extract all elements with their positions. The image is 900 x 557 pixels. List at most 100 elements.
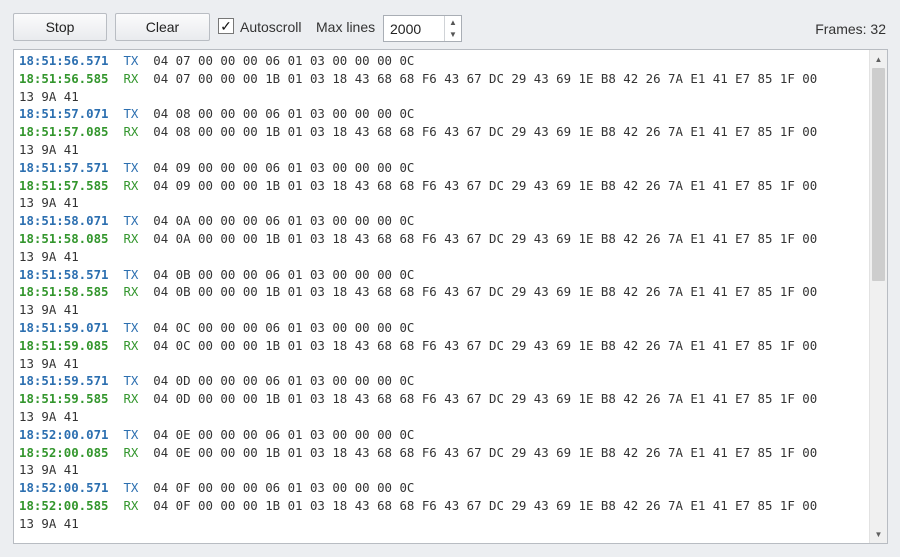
log-line-continuation: 13 9A 41 — [19, 88, 79, 104]
max-lines-value[interactable]: 2000 — [390, 21, 421, 37]
log-line: 18:52:00.571 TX 04 0F 00 00 00 06 01 03 … — [19, 479, 869, 497]
log-line-continuation: 13 9A 41 — [19, 515, 79, 531]
log-bytes: 04 0D 00 00 00 06 01 03 00 00 00 0C — [153, 373, 415, 389]
scroll-up-arrow-icon[interactable]: ▲ — [870, 51, 887, 67]
log-bytes: 04 0E 00 00 00 06 01 03 00 00 00 0C — [153, 426, 415, 442]
log-timestamp: 18:52:00.071 — [19, 426, 109, 442]
log-timestamp: 18:51:59.585 — [19, 391, 109, 407]
log-line: 18:51:58.071 TX 04 0A 00 00 00 06 01 03 … — [19, 212, 869, 230]
log-line-continuation: 13 9A 41 — [19, 408, 79, 424]
log-timestamp: 18:52:00.085 — [19, 444, 109, 460]
autoscroll-label[interactable]: Autoscroll — [240, 19, 301, 35]
log-direction: TX — [123, 319, 139, 335]
max-lines-spinbox[interactable]: 2000 ▲ ▼ — [383, 15, 462, 42]
log-timestamp: 18:51:59.071 — [19, 319, 109, 335]
log-line-continuation: 13 9A 41 — [19, 302, 79, 318]
log-line-continuation: 13 9A 41 — [19, 141, 79, 157]
log-bytes: 04 0E 00 00 00 1B 01 03 18 43 68 68 F6 4… — [153, 444, 818, 460]
log-line: 18:51:59.085 RX 04 0C 00 00 00 1B 01 03 … — [19, 337, 869, 355]
log-line-continuation: 13 9A 41 — [19, 462, 79, 478]
log-lines: 18:51:56.571 TX 04 07 00 00 00 06 01 03 … — [19, 52, 869, 533]
log-bytes: 04 08 00 00 00 1B 01 03 18 43 68 68 F6 4… — [153, 124, 818, 140]
log-timestamp: 18:51:57.585 — [19, 177, 109, 193]
log-line: 18:51:58.085 RX 04 0A 00 00 00 1B 01 03 … — [19, 230, 869, 248]
log-timestamp: 18:51:59.571 — [19, 373, 109, 389]
clear-button[interactable]: Clear — [115, 13, 210, 41]
log-timestamp: 18:51:57.085 — [19, 124, 109, 140]
log-line: 18:51:56.571 TX 04 07 00 00 00 06 01 03 … — [19, 52, 869, 70]
log-line: 18:52:00.585 RX 04 0F 00 00 00 1B 01 03 … — [19, 497, 869, 515]
log-timestamp: 18:51:59.085 — [19, 337, 109, 353]
log-bytes: 04 0C 00 00 00 1B 01 03 18 43 68 68 F6 4… — [153, 337, 818, 353]
chevron-up-icon[interactable]: ▲ — [445, 16, 461, 28]
log-timestamp: 18:52:00.571 — [19, 480, 109, 496]
log-direction: TX — [123, 373, 139, 389]
log-line-continuation: 13 9A 41 — [19, 195, 79, 211]
vertical-scrollbar[interactable]: ▲ ▼ — [869, 50, 887, 543]
log-direction: RX — [123, 284, 139, 300]
log-line: 18:51:57.571 TX 04 09 00 00 00 06 01 03 … — [19, 159, 869, 177]
log-line: 18:51:59.571 TX 04 0D 00 00 00 06 01 03 … — [19, 372, 869, 390]
log-line: 18:51:58.585 RX 04 0B 00 00 00 1B 01 03 … — [19, 283, 869, 301]
log-direction: RX — [123, 177, 139, 193]
log-line: 18:51:59.071 TX 04 0C 00 00 00 06 01 03 … — [19, 319, 869, 337]
scroll-down-arrow-icon[interactable]: ▼ — [870, 526, 887, 542]
log-direction: RX — [123, 230, 139, 246]
spinbox-arrows: ▲ ▼ — [444, 16, 461, 41]
log-direction: TX — [123, 480, 139, 496]
log-direction: TX — [123, 213, 139, 229]
log-line: 18:51:57.085 RX 04 08 00 00 00 1B 01 03 … — [19, 123, 869, 141]
log-timestamp: 18:51:58.585 — [19, 284, 109, 300]
log-timestamp: 18:51:58.571 — [19, 266, 109, 282]
log-bytes: 04 09 00 00 00 1B 01 03 18 43 68 68 F6 4… — [153, 177, 818, 193]
log-bytes: 04 07 00 00 00 06 01 03 00 00 00 0C — [153, 53, 415, 68]
log-line: 18:51:57.585 RX 04 09 00 00 00 1B 01 03 … — [19, 177, 869, 195]
frames-counter: Frames: 32 — [815, 21, 886, 37]
log-bytes: 04 09 00 00 00 06 01 03 00 00 00 0C — [153, 159, 415, 175]
log-line: 18:51:57.071 TX 04 08 00 00 00 06 01 03 … — [19, 105, 869, 123]
log-bytes: 04 0A 00 00 00 06 01 03 00 00 00 0C — [153, 213, 415, 229]
log-line: 18:51:58.571 TX 04 0B 00 00 00 06 01 03 … — [19, 266, 869, 284]
log-bytes: 04 0D 00 00 00 1B 01 03 18 43 68 68 F6 4… — [153, 391, 818, 407]
log-timestamp: 18:52:00.585 — [19, 497, 109, 513]
log-direction: RX — [123, 124, 139, 140]
scrollbar-thumb[interactable] — [872, 68, 885, 281]
log-direction: TX — [123, 426, 139, 442]
log-bytes: 04 0C 00 00 00 06 01 03 00 00 00 0C — [153, 319, 415, 335]
log-bytes: 04 07 00 00 00 1B 01 03 18 43 68 68 F6 4… — [153, 70, 818, 86]
log-bytes: 04 08 00 00 00 06 01 03 00 00 00 0C — [153, 106, 415, 122]
log-view[interactable]: 18:51:56.571 TX 04 07 00 00 00 06 01 03 … — [13, 49, 888, 544]
log-direction: RX — [123, 444, 139, 460]
log-line: 18:51:56.585 RX 04 07 00 00 00 1B 01 03 … — [19, 70, 869, 88]
log-direction: RX — [123, 497, 139, 513]
log-direction: TX — [123, 266, 139, 282]
stop-button[interactable]: Stop — [13, 13, 107, 41]
autoscroll-checkbox[interactable]: ✓ — [218, 18, 234, 34]
log-line-continuation: 13 9A 41 — [19, 355, 79, 371]
log-direction: RX — [123, 70, 139, 86]
log-bytes: 04 0A 00 00 00 1B 01 03 18 43 68 68 F6 4… — [153, 230, 818, 246]
log-timestamp: 18:51:56.585 — [19, 70, 109, 86]
log-direction: RX — [123, 391, 139, 407]
log-timestamp: 18:51:56.571 — [19, 53, 109, 68]
log-bytes: 04 0F 00 00 00 1B 01 03 18 43 68 68 F6 4… — [153, 497, 818, 513]
log-timestamp: 18:51:58.071 — [19, 213, 109, 229]
log-direction: TX — [123, 53, 139, 68]
log-direction: TX — [123, 106, 139, 122]
max-lines-label: Max lines — [316, 19, 376, 35]
log-direction: RX — [123, 337, 139, 353]
log-timestamp: 18:51:57.071 — [19, 106, 109, 122]
log-line: 18:52:00.085 RX 04 0E 00 00 00 1B 01 03 … — [19, 444, 869, 462]
log-line: 18:51:59.585 RX 04 0D 00 00 00 1B 01 03 … — [19, 390, 869, 408]
chevron-down-icon[interactable]: ▼ — [445, 28, 461, 40]
log-timestamp: 18:51:57.571 — [19, 159, 109, 175]
log-line: 18:52:00.071 TX 04 0E 00 00 00 06 01 03 … — [19, 426, 869, 444]
log-line-continuation: 13 9A 41 — [19, 248, 79, 264]
toolbar: Stop Clear ✓ Autoscroll Max lines 2000 ▲… — [0, 0, 900, 48]
log-bytes: 04 0F 00 00 00 06 01 03 00 00 00 0C — [153, 480, 415, 496]
log-bytes: 04 0B 00 00 00 06 01 03 00 00 00 0C — [153, 266, 415, 282]
checkmark-icon: ✓ — [220, 18, 232, 34]
log-direction: TX — [123, 159, 139, 175]
log-timestamp: 18:51:58.085 — [19, 230, 109, 246]
log-bytes: 04 0B 00 00 00 1B 01 03 18 43 68 68 F6 4… — [153, 284, 818, 300]
